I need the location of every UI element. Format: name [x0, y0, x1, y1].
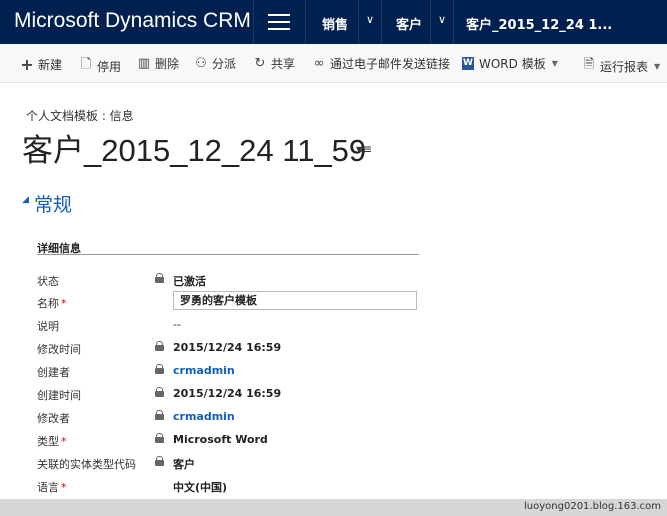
- deactivate-button-label: 停用: [97, 59, 122, 74]
- trash-icon: ▥: [137, 56, 151, 71]
- collapse-triangle-icon[interactable]: ◢: [22, 195, 29, 205]
- deactivate-button[interactable]: 🗋 停用: [79, 55, 121, 77]
- created-by-link[interactable]: crmadmin: [173, 364, 235, 377]
- report-icon: 🗎: [583, 57, 595, 72]
- field-value: Microsoft Word: [173, 433, 268, 446]
- entity-label: 个人文档模板 : 信息: [26, 109, 134, 123]
- share-icon: ↻: [254, 56, 266, 71]
- word-template-button[interactable]: W WORD 模板 ▼: [462, 55, 558, 72]
- field-label: 创建者: [37, 366, 70, 379]
- field-row-status: 状态 已激活: [37, 271, 437, 291]
- nav-crumb-accounts[interactable]: 客户: [396, 14, 422, 33]
- run-report-button-label: 运行报表: [600, 59, 649, 74]
- field-row-language: 语言 * 中文(中国): [37, 477, 437, 497]
- delete-button-label: 删除: [155, 57, 180, 71]
- field-row-entity-type-code: 关联的实体类型代码 客户: [37, 454, 437, 474]
- email-link-button[interactable]: ∞ 通过电子邮件发送链接: [312, 55, 450, 72]
- field-value: 客户: [173, 458, 195, 471]
- chevron-down-icon[interactable]: ∨: [438, 13, 446, 26]
- nav-divider: [453, 0, 454, 44]
- share-button[interactable]: ↻ 共享: [253, 55, 295, 72]
- required-asterisk: *: [61, 435, 67, 448]
- top-nav-bar: Microsoft Dynamics CRM 销售 ∨ 客户 ∨ 客户_2015…: [0, 0, 667, 44]
- field-label: 说明: [37, 320, 59, 333]
- caret-down-icon: ▼: [551, 59, 558, 68]
- plus-icon: +: [20, 55, 34, 74]
- lock-icon: [155, 341, 164, 351]
- assign-button-label: 分派: [212, 57, 237, 71]
- command-bar: + 新建 🗋 停用 ▥ 删除 ⚇ 分派 ↻ 共享 ∞ 通过电子邮件发送链接 W …: [0, 44, 667, 83]
- required-asterisk: *: [61, 297, 67, 310]
- section-title[interactable]: 常规: [34, 190, 72, 217]
- field-label: 类型 *: [37, 435, 67, 448]
- link-icon: ∞: [313, 56, 325, 71]
- nav-crumb-record[interactable]: 客户_2015_12_24 1...: [466, 14, 612, 33]
- caret-down-icon: ▼: [654, 61, 661, 71]
- lock-icon: [155, 273, 164, 283]
- menu-icon[interactable]: [268, 14, 290, 30]
- assign-icon: ⚇: [195, 56, 207, 71]
- field-row-created-on: 创建时间 2015/12/24 16:59: [37, 385, 437, 405]
- deactivate-icon: 🗋: [80, 57, 92, 72]
- email-link-button-label: 通过电子邮件发送链接: [330, 57, 451, 71]
- record-menu-icon[interactable]: ▾≡: [356, 142, 372, 156]
- nav-crumb-sales[interactable]: 销售: [322, 14, 348, 33]
- new-button[interactable]: + 新建: [20, 55, 62, 74]
- nav-divider: [430, 0, 431, 44]
- subsection-divider: [37, 254, 419, 255]
- field-row-description: 说明 --: [37, 316, 437, 336]
- new-button-label: 新建: [38, 58, 63, 72]
- lock-icon: [155, 410, 164, 420]
- chevron-down-icon[interactable]: ∨: [366, 13, 374, 26]
- run-report-button[interactable]: 🗎 运行报表 ▼: [582, 55, 660, 77]
- nav-divider: [358, 0, 359, 44]
- watermark: luoyong0201.blog.163.com: [524, 501, 661, 512]
- record-title: 客户_2015_12_24 11_59: [22, 133, 367, 168]
- field-label: 创建时间: [37, 389, 81, 402]
- field-row-type: 类型 * Microsoft Word: [37, 431, 437, 451]
- field-value: 2015/12/24 16:59: [173, 341, 282, 354]
- field-value: 2015/12/24 16:59: [173, 387, 282, 400]
- field-row-modified-by: 修改者 crmadmin: [37, 408, 437, 428]
- language-field[interactable]: 中文(中国): [173, 479, 227, 495]
- name-input[interactable]: 罗勇的客户模板: [173, 291, 417, 310]
- field-row-created-by: 创建者 crmadmin: [37, 362, 437, 382]
- share-button-label: 共享: [271, 57, 296, 71]
- delete-button[interactable]: ▥ 删除: [137, 55, 179, 72]
- lock-icon: [155, 456, 164, 466]
- field-label: 修改者: [37, 412, 70, 425]
- modified-by-link[interactable]: crmadmin: [173, 410, 235, 423]
- field-label: 语言 *: [37, 481, 67, 494]
- nav-divider: [305, 0, 306, 44]
- field-label: 状态: [37, 275, 59, 288]
- field-row-name: 名称 * 罗勇的客户模板: [37, 291, 437, 313]
- app-title[interactable]: Microsoft Dynamics CRM: [14, 9, 251, 33]
- word-icon: W: [462, 57, 474, 70]
- lock-icon: [155, 364, 164, 374]
- lock-icon: [155, 433, 164, 443]
- assign-button[interactable]: ⚇ 分派: [194, 55, 236, 72]
- nav-divider: [381, 0, 382, 44]
- field-value: 已激活: [173, 275, 206, 288]
- word-template-button-label: WORD 模板: [479, 57, 546, 71]
- required-asterisk: *: [61, 481, 67, 494]
- lock-icon: [155, 387, 164, 397]
- field-label: 关联的实体类型代码: [37, 458, 136, 471]
- field-row-modified-on: 修改时间 2015/12/24 16:59: [37, 339, 437, 359]
- footer-bar: luoyong0201.blog.163.com: [0, 499, 667, 516]
- description-field[interactable]: --: [173, 318, 181, 331]
- field-label: 修改时间: [37, 343, 81, 356]
- nav-divider: [253, 0, 254, 44]
- field-label: 名称 *: [37, 297, 67, 310]
